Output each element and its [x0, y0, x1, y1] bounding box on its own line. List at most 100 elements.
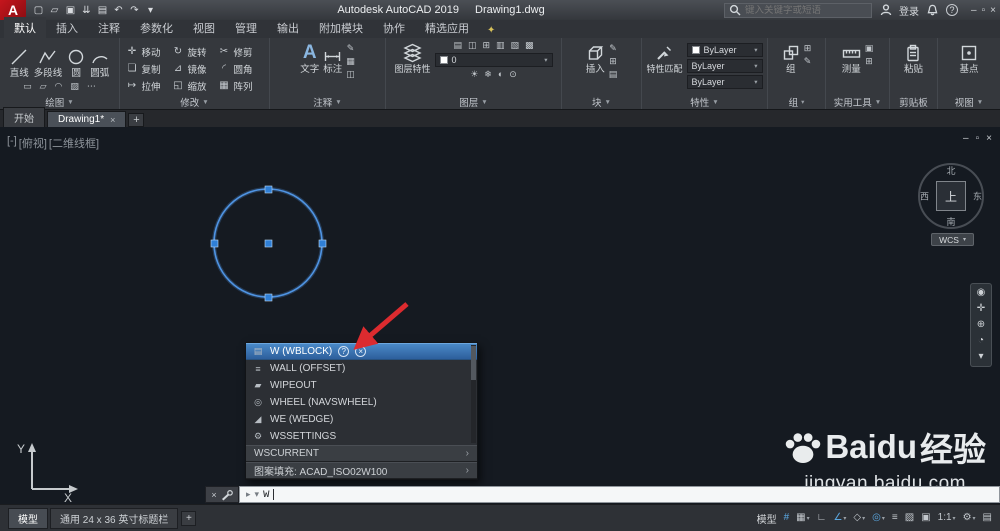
modify-tool[interactable]: ❏ 复制 [126, 62, 172, 76]
panel-title-view[interactable]: 视图 ▼ [938, 95, 1000, 109]
osnap-icon[interactable]: ◎ ▾ [872, 513, 885, 523]
undo-icon[interactable]: ↶ [111, 5, 126, 16]
layout-tab[interactable]: 通用 24 x 36 英寸标题栏 [50, 507, 179, 529]
help-badge-icon[interactable]: ? [338, 346, 350, 357]
viewcube-west[interactable]: 西 [920, 190, 929, 203]
open-file-icon[interactable]: ▱ [47, 5, 62, 16]
file-tab[interactable]: 开始 [3, 107, 45, 127]
layer-tool-icon[interactable]: ◐ [498, 70, 503, 79]
file-tab-close-icon[interactable]: × [110, 115, 115, 125]
group-extra-icon[interactable]: ⊞ [804, 44, 812, 53]
dimension-tool[interactable]: 标注 [323, 41, 342, 75]
viewcube[interactable]: 北 南 西 东 上 [918, 163, 984, 229]
group-extra-icon[interactable]: ✎ [804, 57, 812, 66]
command-suggestion[interactable]: ▤ W (WBLOCK) ? × [246, 343, 477, 360]
modify-tool[interactable]: ↦ 拉伸 [126, 79, 172, 93]
restore-button[interactable]: ▫ [982, 5, 986, 16]
lineweight-icon[interactable]: ≡ [892, 513, 898, 523]
pan-icon[interactable]: ✛ [977, 304, 985, 314]
help-search-box[interactable] [724, 2, 873, 18]
account-icon[interactable] [880, 4, 892, 16]
text-tool[interactable]: A 文字 [300, 41, 319, 75]
modify-tool[interactable]: ✛ 移动 [126, 45, 172, 59]
draw-extra-icon[interactable]: ▨ [70, 81, 79, 91]
zoom-icon[interactable]: ⊕ [977, 320, 985, 330]
wcs-menu[interactable]: WCS ▾ [931, 233, 974, 246]
featured-apps-icon[interactable]: ✦ [487, 25, 495, 38]
command-suggestion[interactable]: ◢ WE (WEDGE) [246, 411, 477, 428]
property-dropdown[interactable]: ByLayer ▾ [686, 75, 763, 89]
ortho-icon[interactable]: ∟ [817, 513, 827, 523]
save-as-icon[interactable]: ⇊ [79, 5, 94, 16]
ribbon-tab[interactable]: 输出 [267, 17, 309, 38]
insert-block-tool[interactable]: 插入 [586, 41, 605, 75]
layer-tool-icon[interactable]: ▧ [511, 41, 520, 50]
drawing-area[interactable]: [-] [俯视] [二维线框] – ▫ × 北 南 西 东 上 WCS ▾ ◉ … [0, 127, 1000, 504]
command-input[interactable]: ▸ ▾ W [239, 486, 1000, 503]
snap-icon[interactable]: ▦ ▾ [796, 513, 809, 523]
annotate-extra-icon[interactable]: ✎ [347, 44, 355, 53]
ribbon-tab[interactable]: 插入 [46, 17, 88, 38]
layer-tool-icon[interactable]: ▩ [525, 41, 534, 50]
model-space-toggle[interactable]: 模型 [757, 511, 777, 526]
layer-tool-icon[interactable]: ▤ [453, 41, 462, 50]
popup-scrollbar-thumb[interactable] [471, 346, 476, 380]
line-tool[interactable]: 直线 [10, 45, 29, 79]
ribbon-tab[interactable]: 附加模块 [309, 17, 373, 38]
new-drawing-tab-button[interactable]: + [128, 113, 145, 127]
dismiss-badge-icon[interactable]: × [355, 346, 367, 357]
layer-tool-icon[interactable]: ☀ [470, 70, 478, 79]
ribbon-tab[interactable]: 视图 [183, 17, 225, 38]
command-suggestion[interactable]: ⚙ WSSETTINGS [246, 428, 477, 445]
viewcube-north[interactable]: 北 [946, 164, 955, 177]
customize-icon[interactable]: ▤ [983, 513, 992, 523]
layer-tool-icon[interactable]: ❄ [484, 70, 492, 79]
file-tab[interactable]: Drawing1* × [47, 111, 127, 127]
panel-title-clipboard[interactable]: 剪贴板 [890, 95, 937, 109]
modify-tool[interactable]: ◱ 缩放 [172, 79, 218, 93]
layout-tab[interactable]: 模型 [8, 507, 48, 529]
draw-extra-icon[interactable]: ▭ [23, 81, 32, 91]
close-button[interactable]: × [990, 5, 996, 16]
search-input[interactable] [745, 4, 861, 16]
new-layout-button[interactable]: + [181, 510, 197, 526]
group-tool[interactable]: 组 [782, 41, 800, 75]
suggestion-section-header[interactable]: WSCURRENT › [246, 445, 477, 462]
orbit-icon[interactable]: ◔ [978, 336, 984, 346]
panel-title-layers[interactable]: 图层 ▼ [386, 95, 561, 109]
polyline-tool[interactable]: 多段线 [34, 45, 62, 79]
ribbon-tab[interactable]: 管理 [225, 17, 267, 38]
layer-properties-tool[interactable]: 图层特性 [394, 41, 431, 75]
layer-tool-icon[interactable]: ▥ [496, 41, 505, 50]
isodraft-icon[interactable]: ◇ ▾ [853, 513, 865, 523]
bell-icon[interactable] [926, 4, 939, 16]
transparency-icon[interactable]: ▨ [905, 513, 914, 523]
layer-tool-icon[interactable]: ◫ [468, 41, 477, 50]
minimize-button[interactable]: – [971, 5, 977, 16]
measure-tool[interactable]: 测量 [842, 41, 861, 75]
block-extra-icon[interactable]: ✎ [609, 44, 617, 53]
command-suggestion[interactable]: ◎ WHEEL (NAVSWHEEL) [246, 394, 477, 411]
panel-title-groups[interactable]: 组 ▾ [768, 95, 825, 109]
panel-title-block[interactable]: 块 ▼ [562, 95, 641, 109]
viewcube-east[interactable]: 东 [973, 190, 982, 203]
circle-tool[interactable]: 圆 [67, 45, 85, 79]
modify-tool[interactable]: ⊿ 镜像 [172, 62, 218, 76]
viewcube-south[interactable]: 南 [946, 215, 955, 228]
block-extra-icon[interactable]: ⊞ [609, 57, 617, 66]
modify-tool[interactable]: ◜ 圆角 [218, 62, 264, 76]
ribbon-tab[interactable]: 协作 [373, 17, 415, 38]
grid-icon[interactable]: # [784, 513, 790, 523]
viewcube-top-face[interactable]: 上 [936, 181, 966, 211]
ribbon-tab[interactable]: 默认 [4, 17, 46, 38]
customize-wrench-icon[interactable] [221, 489, 233, 501]
panel-title-modify[interactable]: 修改 ▼ [120, 95, 269, 109]
popup-scrollbar[interactable] [471, 345, 476, 443]
new-file-icon[interactable]: ▢ [31, 5, 46, 16]
draw-extra-icon[interactable]: ⋯ [87, 81, 96, 91]
redo-icon[interactable]: ↷ [127, 5, 142, 16]
help-icon[interactable]: ? [946, 4, 959, 16]
command-suggestion[interactable]: ≡ WALL (OFFSET) [246, 360, 477, 377]
plot-icon[interactable]: ▤ [95, 5, 110, 16]
utility-extra-icon[interactable]: ⊞ [865, 57, 873, 66]
